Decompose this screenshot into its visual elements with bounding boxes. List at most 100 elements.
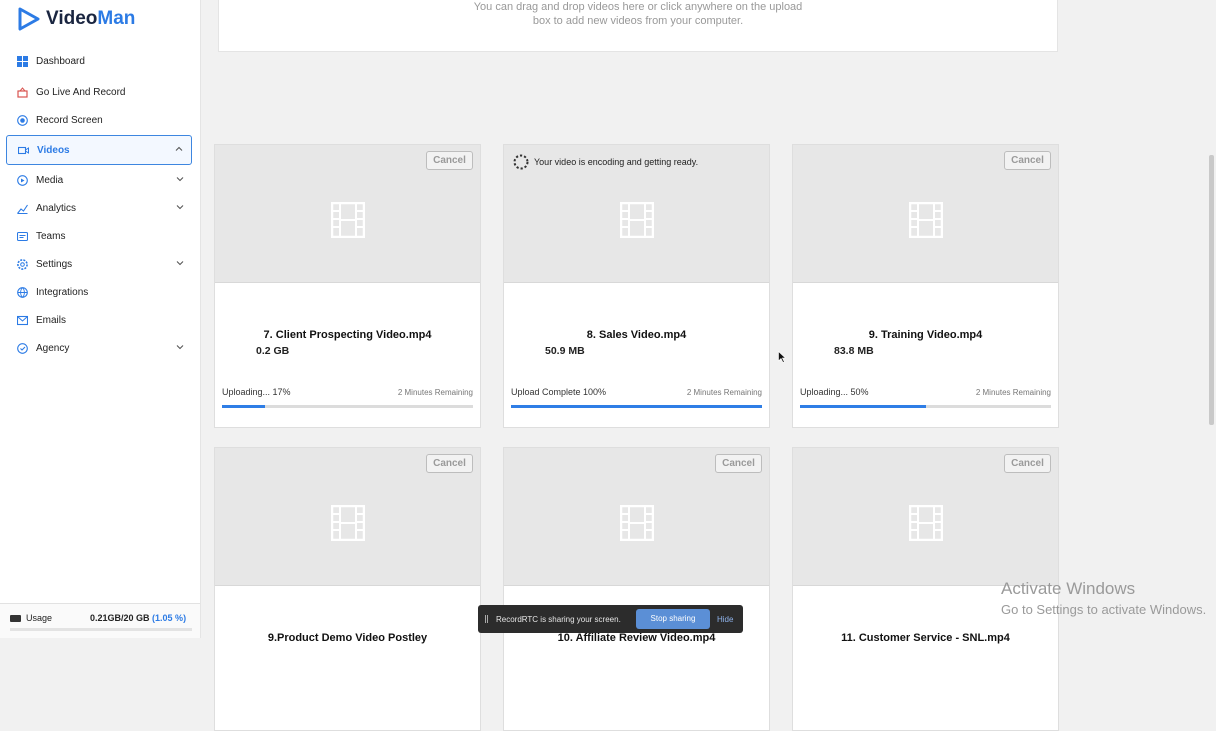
video-filename: 9.Product Demo Video Postley [267, 632, 428, 644]
cancel-button[interactable]: Cancel [1004, 151, 1051, 170]
sidebar-item-teams[interactable]: Teams [6, 222, 192, 250]
sidebar-item-label: Analytics [36, 202, 77, 214]
video-thumbnail: Your video is encoding and getting ready… [504, 145, 769, 283]
sidebar-item-media[interactable]: Media [6, 166, 192, 194]
sidebar-item-label: Emails [36, 314, 67, 326]
spinner-icon [513, 154, 529, 170]
storage-icon [10, 614, 21, 622]
cancel-button[interactable]: Cancel [426, 454, 473, 473]
sidebar-item-label: Agency [36, 342, 70, 354]
chevron-down-icon [176, 177, 184, 182]
video-filesize: 83.8 MB [834, 345, 874, 357]
sidebar-item-label: Integrations [36, 286, 89, 298]
watermark-subtitle: Go to Settings to activate Windows. [1001, 602, 1207, 617]
record-icon [17, 114, 28, 126]
upload-progress-track [511, 405, 762, 408]
video-filename: 9. Training Video.mp4 [868, 329, 983, 341]
videoman-logo[interactable]: VideoMan [16, 6, 135, 32]
encoding-text: Your video is encoding and getting ready… [534, 157, 699, 167]
integrations-icon [17, 286, 28, 298]
teams-icon [17, 231, 28, 242]
sidebar-item-label: Record Screen [36, 114, 103, 126]
video-filename: 11. Customer Service - SNL.mp4 [841, 632, 1010, 644]
video-card: Cancel 10. Affiliate Review Video.mp4 [503, 447, 770, 731]
sidebar-item-emails[interactable]: Emails [6, 306, 192, 334]
video-thumbnail: Cancel [793, 145, 1058, 283]
sidebar-item-settings[interactable]: Settings [6, 250, 192, 278]
upload-status: Upload Complete 100% [511, 387, 607, 397]
sidebar-item-dashboard[interactable]: Dashboard [6, 47, 192, 75]
chevron-down-icon [176, 205, 184, 210]
cancel-button[interactable]: Cancel [715, 454, 762, 473]
usage-label: Usage [10, 613, 52, 623]
usage-bar [10, 628, 192, 631]
video-card: Cancel 9. Training Video.mp4 83.8 MB Upl… [792, 144, 1059, 428]
video-icon [18, 145, 29, 156]
sidebar-item-go-live[interactable]: Go Live And Record [6, 78, 192, 106]
logo-text: VideoMan [46, 8, 136, 29]
film-icon [909, 505, 943, 541]
film-icon [620, 505, 654, 541]
sidebar-item-label: Teams [36, 230, 66, 242]
sidebar-item-label: Media [36, 174, 64, 186]
time-remaining: 2 Minutes Remaining [397, 388, 473, 397]
sidebar-item-analytics[interactable]: Analytics [6, 194, 192, 222]
upload-progress-fill [222, 405, 265, 408]
upload-progress-track [800, 405, 1051, 408]
agency-icon [17, 342, 28, 354]
video-thumbnail: Cancel [793, 448, 1058, 586]
film-icon [331, 505, 365, 541]
sidebar-item-record-screen[interactable]: Record Screen [6, 106, 192, 134]
usage-amount: 0.21GB/20 GB [90, 613, 150, 623]
sidebar-item-agency[interactable]: Agency [6, 334, 192, 362]
chevron-down-icon [176, 261, 184, 266]
cancel-button[interactable]: Cancel [426, 151, 473, 170]
video-thumbnail: Cancel [215, 448, 480, 586]
film-icon [909, 202, 943, 238]
grid-icon [17, 55, 28, 67]
sidebar: VideoMan Dashboard Go Live And Record Re… [0, 0, 201, 638]
chevron-up-icon [175, 146, 183, 151]
email-icon [17, 315, 28, 326]
video-thumbnail: Cancel [215, 145, 480, 283]
cancel-button[interactable]: Cancel [1004, 454, 1051, 473]
video-filename: 7. Client Prospecting Video.mp4 [263, 329, 432, 341]
video-filename: 8. Sales Video.mp4 [586, 329, 687, 341]
analytics-icon [17, 203, 28, 214]
usage-percent: (1.05 %) [152, 613, 187, 623]
screen-share-bar: RecordRTC is sharing your screen. Stop s… [478, 605, 743, 633]
upload-status: Uploading... 50% [800, 387, 869, 397]
upload-progress-fill [511, 405, 762, 408]
video-card: Your video is encoding and getting ready… [503, 144, 770, 428]
time-remaining: 2 Minutes Remaining [686, 388, 762, 397]
hide-button[interactable]: Hide [717, 615, 733, 624]
time-remaining: 2 Minutes Remaining [975, 388, 1051, 397]
stop-sharing-button[interactable]: Stop sharing [636, 609, 710, 629]
sidebar-item-videos[interactable]: Videos [6, 135, 192, 165]
sidebar-item-label: Dashboard [36, 55, 85, 67]
video-thumbnail: Cancel [504, 448, 769, 586]
video-card: Cancel 9.Product Demo Video Postley [214, 447, 481, 731]
video-card: Cancel 7. Client Prospecting Video.mp4 0… [214, 144, 481, 428]
usage-value: 0.21GB/20 GB (1.05 %) [90, 613, 186, 623]
upload-dropzone[interactable]: You can drag and drop videos here or cli… [218, 0, 1058, 52]
film-icon [620, 202, 654, 238]
sidebar-item-label: Videos [37, 144, 70, 156]
sidebar-item-integrations[interactable]: Integrations [6, 278, 192, 306]
video-filename: 10. Affiliate Review Video.mp4 [557, 632, 716, 644]
watermark-title: Activate Windows [1001, 579, 1136, 598]
upload-progress-fill [800, 405, 926, 408]
upload-progress-track [222, 405, 473, 408]
scrollbar-thumb[interactable] [1209, 155, 1214, 425]
mouse-cursor-icon [778, 351, 786, 363]
media-icon [17, 174, 28, 186]
dropzone-text-line2: box to add new videos from your computer… [532, 15, 744, 27]
video-filesize: 0.2 GB [256, 345, 290, 357]
sidebar-item-label: Go Live And Record [36, 86, 126, 98]
chevron-down-icon [176, 345, 184, 350]
upload-status: Uploading... 17% [222, 387, 291, 397]
gear-icon [17, 258, 28, 270]
storage-usage: Usage 0.21GB/20 GB (1.05 %) [0, 603, 200, 638]
drag-handle-icon[interactable] [485, 615, 488, 623]
dropzone-text-line1: You can drag and drop videos here or cli… [473, 1, 803, 13]
